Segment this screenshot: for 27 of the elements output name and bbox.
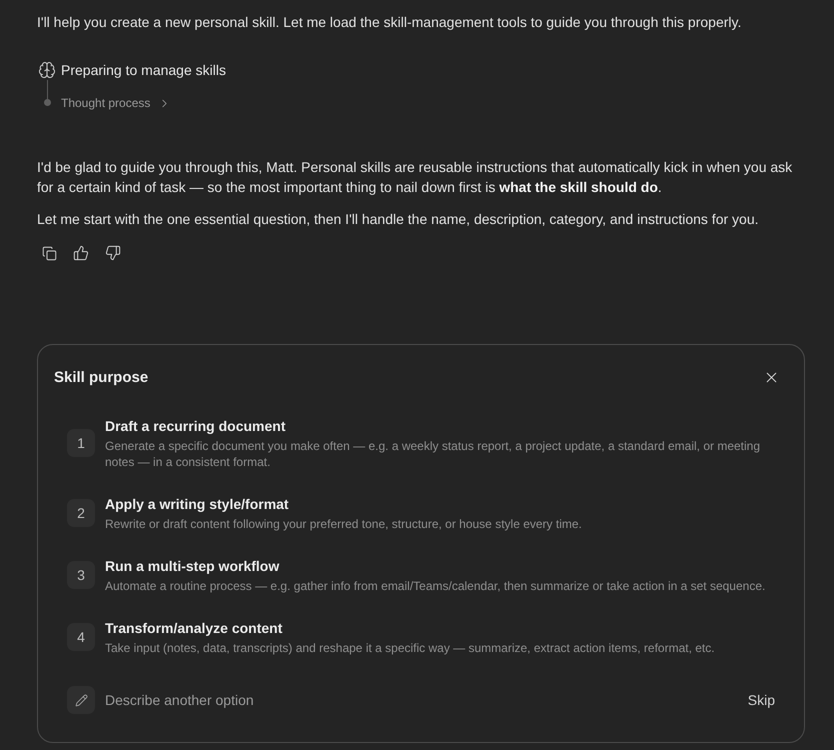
assistant-message: I'd be glad to guide you through this, Matt. Personal skills are reusable instructions that automatically kick in when you ask for a certain kind of task — so the most important thing to nail down first is what the skill should do. (37, 158, 794, 197)
pencil-icon (67, 686, 95, 714)
option-title[interactable]: Draft a recurring document (105, 416, 286, 436)
option-number: 4 (67, 623, 95, 651)
option-number: 1 (67, 429, 95, 457)
option-title[interactable]: Transform/analyze content (105, 618, 282, 638)
card-title: Skill purpose (54, 368, 148, 386)
assistant-message: Let me start with the one essential question, then I'll handle the name, description, category, and instructions for you. (37, 210, 760, 229)
assistant-message: I'll help you create a new personal skill. Let me load the skill-management tools to guide you through this properly. (37, 13, 742, 32)
option-title[interactable]: Run a multi-step workflow (105, 556, 280, 576)
other-option-field[interactable]: Describe another option (105, 690, 732, 710)
thumbs-up-icon (73, 245, 89, 261)
brain-icon (38, 61, 56, 79)
timeline-connector (46, 80, 48, 99)
option-number: 3 (67, 561, 95, 589)
skip-button[interactable]: Skip (742, 688, 781, 712)
option-description: Generate a specific document you make often — e.g. a weekly status report, a project update, a standard email, or meeting notes — in a consistent format. (105, 438, 762, 470)
thinking-title: Preparing to manage skills (61, 61, 226, 80)
thumbs-down-icon (105, 245, 121, 261)
option-description: Automate a routine process — e.g. gather info from email/Teams/calendar, then summarize or take action in a set sequence. (105, 578, 766, 594)
option-description: Take input (notes, data, transcripts) and reshape it a specific way — summarize, extract action items, reformat, etc. (105, 640, 715, 656)
option-number: 2 (67, 499, 95, 527)
option-description: Rewrite or draft content following your preferred tone, structure, or house style every time. (105, 516, 582, 532)
copy-icon (42, 246, 56, 260)
thought-process-toggle[interactable]: Thought process (61, 94, 172, 112)
step-dot-icon (44, 99, 50, 106)
option-title[interactable]: Apply a writing style/format (105, 494, 289, 514)
